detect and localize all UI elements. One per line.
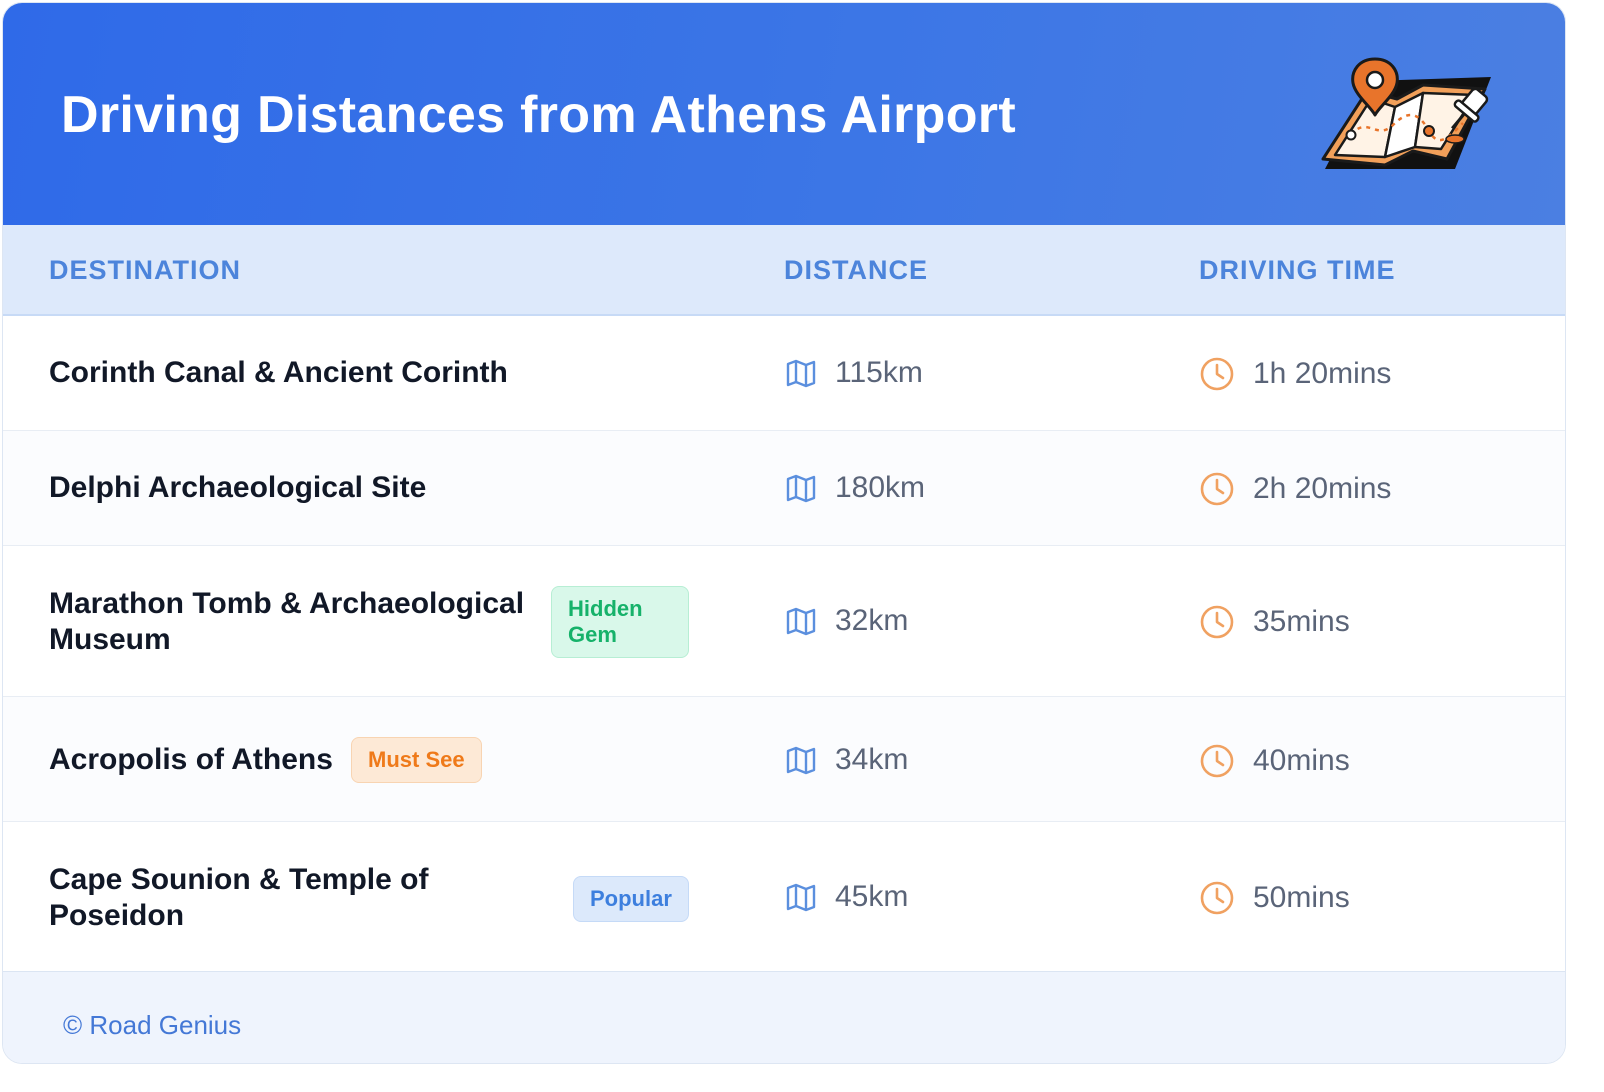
distance-value: 32km [835,604,909,637]
distance-cell: 32km [785,604,908,638]
clock-icon [1200,472,1234,506]
map-icon [786,883,816,912]
distance-table-card: Driving Distances from Athens Airport DE… [2,2,1566,1064]
column-header-destination: DESTINATION [49,255,241,285]
destination-name: Marathon Tomb & Archaeological Museum [49,587,525,656]
table-header-banner: Driving Distances from Athens Airport [3,3,1565,225]
map-icon [786,359,816,388]
time-cell: 1h 20mins [1199,356,1391,392]
table-row: Marathon Tomb & Archaeological Museum Hi… [3,546,1565,697]
clock-icon [1200,357,1234,391]
driving-time-value: 35mins [1253,605,1350,638]
driving-time-value: 50mins [1253,881,1350,914]
driving-time-value: 1h 20mins [1253,357,1392,390]
table-row: Delphi Archaeological Site 180km 2h 20mi… [3,431,1565,546]
driving-time-value: 2h 20mins [1253,472,1392,505]
distance-value: 180km [835,471,926,504]
footer: © Road Genius [3,971,1565,1063]
destination-name: Corinth Canal & Ancient Corinth [49,356,508,389]
distance-value: 45km [835,880,909,913]
destination-name: Cape Sounion & Temple of Poseidon [49,863,429,932]
time-cell: 40mins [1199,743,1350,779]
map-icon [786,474,816,503]
table-row: Acropolis of Athens Must See 34km 40mins [3,697,1565,822]
time-cell: 2h 20mins [1199,471,1391,507]
clock-icon [1200,744,1234,778]
column-header-distance: DISTANCE [784,255,929,285]
must-see-badge: Must See [351,737,482,783]
clock-icon [1200,605,1234,639]
distance-cell: 45km [785,880,908,914]
map-icon [786,746,816,775]
page-title: Driving Distances from Athens Airport [61,86,1016,144]
copyright-text: © Road Genius [63,1010,242,1040]
distance-cell: 34km [785,743,908,777]
time-cell: 35mins [1199,604,1350,640]
distance-value: 115km [835,356,923,389]
destination-name: Acropolis of Athens [49,743,333,776]
hidden-gem-badge: Hidden Gem [551,586,689,658]
time-cell: 50mins [1199,880,1350,916]
table-column-headers: DESTINATION DISTANCE DRIVING TIME [3,225,1565,316]
driving-time-value: 40mins [1253,744,1350,777]
distance-cell: 115km [785,356,923,390]
popular-badge: Popular [573,876,689,922]
distance-cell: 180km [785,471,925,505]
distance-value: 34km [835,743,909,776]
clock-icon [1200,881,1234,915]
table-row: Cape Sounion & Temple of Poseidon Popula… [3,822,1565,971]
table-row: Corinth Canal & Ancient Corinth 115km 1h… [3,316,1565,431]
destination-name: Delphi Archaeological Site [49,471,427,504]
column-header-driving-time: DRIVING TIME [1199,255,1396,285]
map-pin-icon [1321,57,1491,169]
map-icon [786,607,816,636]
